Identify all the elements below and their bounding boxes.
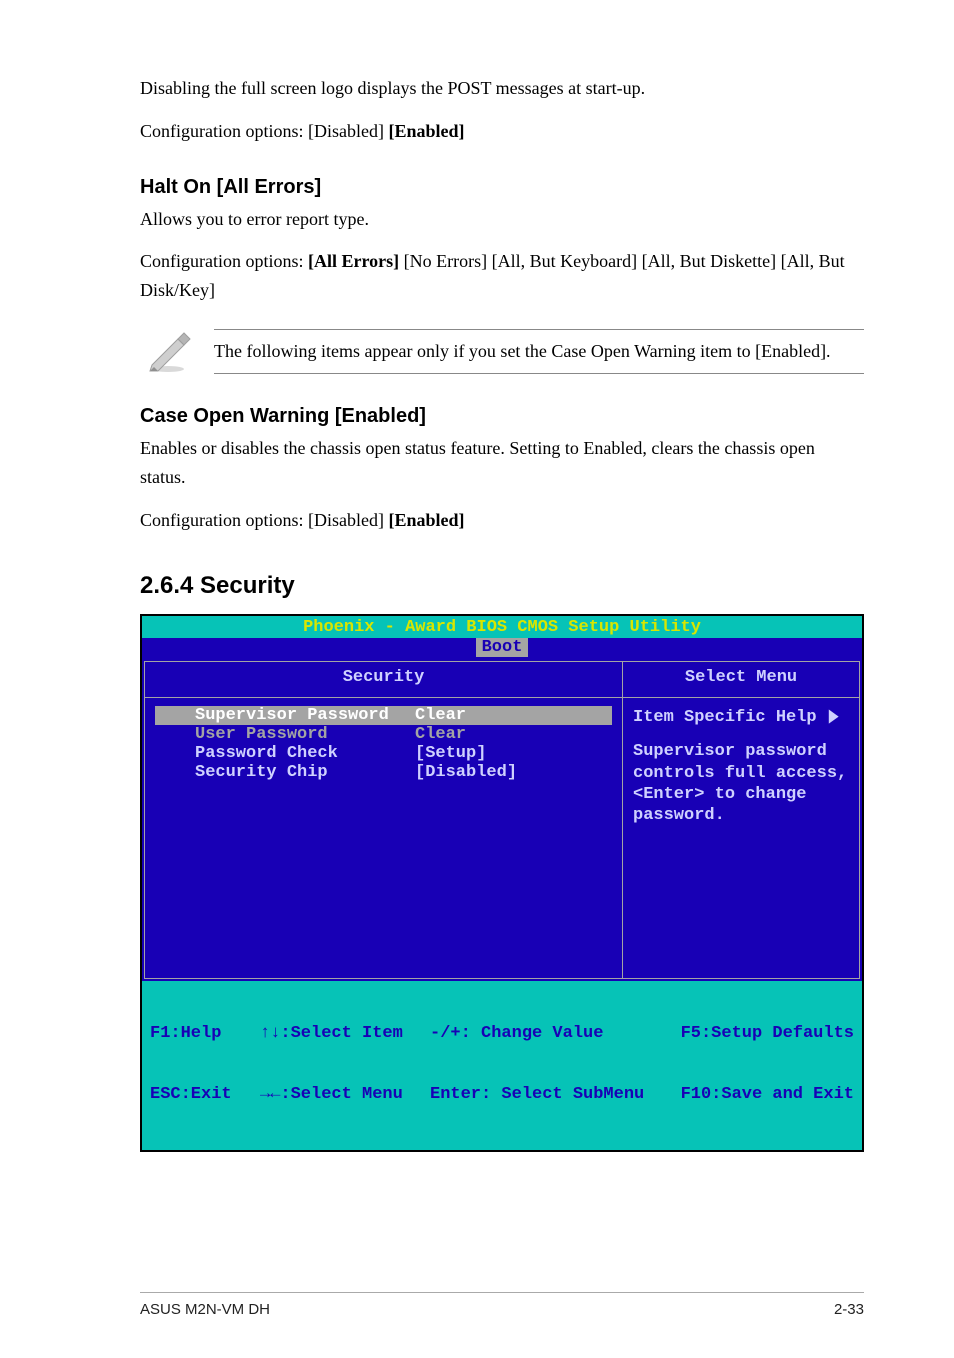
bios-label: User Password — [155, 725, 415, 744]
bios-value: Clear — [415, 725, 612, 744]
paragraph-fullscreen-logo: Disabling the full screen logo displays … — [140, 74, 864, 103]
heading-case-open: Case Open Warning [Enabled] — [140, 405, 864, 428]
bios-footer-select-menu: →←:Select Menu — [260, 1085, 430, 1105]
footer-product: ASUS M2N-VM DH — [140, 1301, 270, 1318]
bios-value: [Disabled] — [415, 763, 612, 782]
bios-row-security-chip: Security Chip [Disabled] — [155, 763, 612, 782]
bios-footer-f1: F1:Help — [150, 1024, 260, 1044]
config-options-logo: Configuration options: [Disabled] [Enabl… — [140, 117, 864, 146]
bios-right-panel: Select Menu Item Specific Help ▶ Supervi… — [622, 661, 860, 979]
bios-screenshot: Phoenix - Award BIOS CMOS Setup Utility … — [140, 614, 864, 1151]
bios-left-header: Security — [145, 662, 622, 698]
text-bold: [Enabled] — [388, 510, 464, 530]
bios-row-supervisor: Supervisor Password Clear — [155, 706, 612, 725]
heading-security: 2.6.4 Security — [140, 572, 864, 600]
paragraph-halt-on: Allows you to error report type. — [140, 205, 864, 234]
heading-halt-on: Halt On [All Errors] — [140, 176, 864, 199]
bios-label: Password Check — [155, 744, 415, 763]
bios-row-user: User Password Clear — [155, 725, 612, 744]
bios-right-header: Select Menu — [623, 662, 859, 698]
bios-value: Clear — [415, 706, 612, 725]
bios-footer-select-submenu: Enter: Select SubMenu — [430, 1085, 680, 1105]
text: Configuration options: [Disabled] — [140, 510, 388, 530]
bios-right-body: Item Specific Help ▶ Supervisor password… — [623, 698, 859, 978]
triangle-right-icon: ▶ — [829, 706, 838, 727]
bios-left-panel: Security Supervisor Password Clear User … — [144, 661, 622, 979]
bios-footer-select-item: ↑↓:Select Item — [260, 1024, 430, 1044]
text: Configuration options: — [140, 251, 308, 271]
text-bold: [Enabled] — [388, 121, 464, 141]
bios-label: Supervisor Password — [155, 706, 415, 725]
note-text: The following items appear only if you s… — [214, 329, 864, 374]
bios-footer-f5: F5:Setup Defaults — [680, 1024, 854, 1044]
bios-help-body: Supervisor password controls full access… — [633, 741, 849, 826]
bios-row-password-check: Password Check [Setup] — [155, 744, 612, 763]
bios-footer-esc: ESC:Exit — [150, 1085, 260, 1105]
page-footer: ASUS M2N-VM DH 2-33 — [140, 1292, 864, 1318]
note-pen-icon — [140, 329, 196, 375]
bios-footer: F1:Help ESC:Exit ↑↓:Select Item →←:Selec… — [142, 981, 862, 1149]
text: Item Specific Help — [633, 708, 817, 727]
bios-title: Phoenix - Award BIOS CMOS Setup Utility — [142, 616, 862, 638]
bios-label: Security Chip — [155, 763, 415, 782]
config-options-case: Configuration options: [Disabled] [Enabl… — [140, 506, 864, 535]
bios-tab-row: Boot — [142, 638, 862, 660]
paragraph-case-open: Enables or disables the chassis open sta… — [140, 434, 864, 492]
bios-footer-change-value: -/+: Change Value — [430, 1024, 680, 1044]
footer-page-number: 2-33 — [834, 1301, 864, 1318]
bios-left-body: Supervisor Password Clear User Password … — [145, 698, 622, 978]
bios-tab-boot: Boot — [476, 638, 529, 658]
config-options-halt: Configuration options: [All Errors] [No … — [140, 247, 864, 305]
bios-value: [Setup] — [415, 744, 612, 763]
text: Configuration options: [Disabled] — [140, 121, 388, 141]
note-block: The following items appear only if you s… — [140, 329, 864, 375]
bios-help-title: Item Specific Help ▶ — [633, 706, 849, 727]
bios-footer-f10: F10:Save and Exit — [680, 1085, 854, 1105]
text-bold: [All Errors] — [308, 251, 399, 271]
